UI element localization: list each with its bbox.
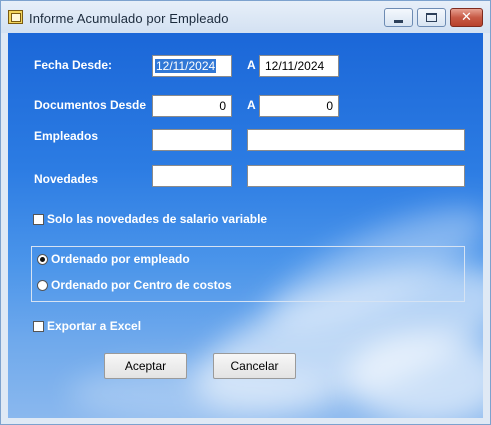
radio-ordenado-centro-costos[interactable]: Ordenado por Centro de costos bbox=[37, 278, 232, 292]
title-bar[interactable]: Informe Acumulado por Empleado ✕ bbox=[1, 1, 490, 33]
solo-salario-variable-checkbox[interactable]: Solo las novedades de salario variable bbox=[33, 212, 267, 226]
radio-button-selected[interactable] bbox=[37, 253, 48, 265]
documentos-desde-value: 0 bbox=[219, 99, 226, 113]
empleados-label: Empleados bbox=[34, 129, 99, 143]
radio-ordenado-empleado[interactable]: Ordenado por empleado bbox=[37, 252, 190, 266]
maximize-button[interactable] bbox=[417, 8, 446, 27]
documentos-hasta-input[interactable]: 0 bbox=[259, 95, 339, 117]
documentos-desde-input[interactable]: 0 bbox=[152, 95, 232, 117]
documentos-hasta-value: 0 bbox=[326, 99, 333, 113]
app-icon bbox=[8, 10, 23, 24]
fecha-hasta-a-label: A bbox=[247, 58, 256, 72]
checkbox-box[interactable] bbox=[33, 320, 44, 332]
close-button[interactable]: ✕ bbox=[450, 8, 483, 27]
fecha-desde-value: 12/11/2024 bbox=[155, 59, 217, 73]
dialog-body: Fecha Desde: 12/11/2024 A 12/11/2024 Doc… bbox=[8, 33, 483, 418]
novedad-name-input[interactable] bbox=[247, 165, 465, 187]
ordenado-centro-costos-label: Ordenado por Centro de costos bbox=[51, 278, 232, 292]
novedad-code-input[interactable] bbox=[152, 165, 232, 187]
checkbox-box[interactable] bbox=[33, 213, 44, 225]
minimize-icon bbox=[394, 19, 403, 23]
fecha-hasta-input[interactable]: 12/11/2024 bbox=[259, 55, 339, 77]
maximize-icon bbox=[426, 13, 437, 22]
exportar-excel-checkbox[interactable]: Exportar a Excel bbox=[33, 319, 141, 333]
ordenado-empleado-label: Ordenado por empleado bbox=[51, 252, 190, 266]
radio-button[interactable] bbox=[37, 279, 48, 291]
documentos-desde-label: Documentos Desde bbox=[34, 98, 147, 112]
minimize-button[interactable] bbox=[384, 8, 413, 27]
report-dialog-window: Informe Acumulado por Empleado ✕ Fecha D… bbox=[0, 0, 491, 425]
cancel-button[interactable]: Cancelar bbox=[213, 353, 296, 379]
close-icon: ✕ bbox=[461, 10, 472, 25]
fecha-desde-label: Fecha Desde: bbox=[34, 58, 113, 72]
accept-button[interactable]: Aceptar bbox=[104, 353, 187, 379]
window-title: Informe Acumulado por Empleado bbox=[29, 11, 229, 26]
novedades-label: Novedades bbox=[34, 172, 99, 186]
exportar-excel-label: Exportar a Excel bbox=[47, 319, 142, 333]
empleado-name-input[interactable] bbox=[247, 129, 465, 151]
empleado-code-input[interactable] bbox=[152, 129, 232, 151]
fecha-desde-input[interactable]: 12/11/2024 bbox=[152, 55, 232, 77]
solo-salario-variable-label: Solo las novedades de salario variable bbox=[47, 212, 268, 226]
fecha-hasta-value: 12/11/2024 bbox=[265, 59, 325, 73]
documentos-hasta-a-label: A bbox=[247, 98, 256, 112]
